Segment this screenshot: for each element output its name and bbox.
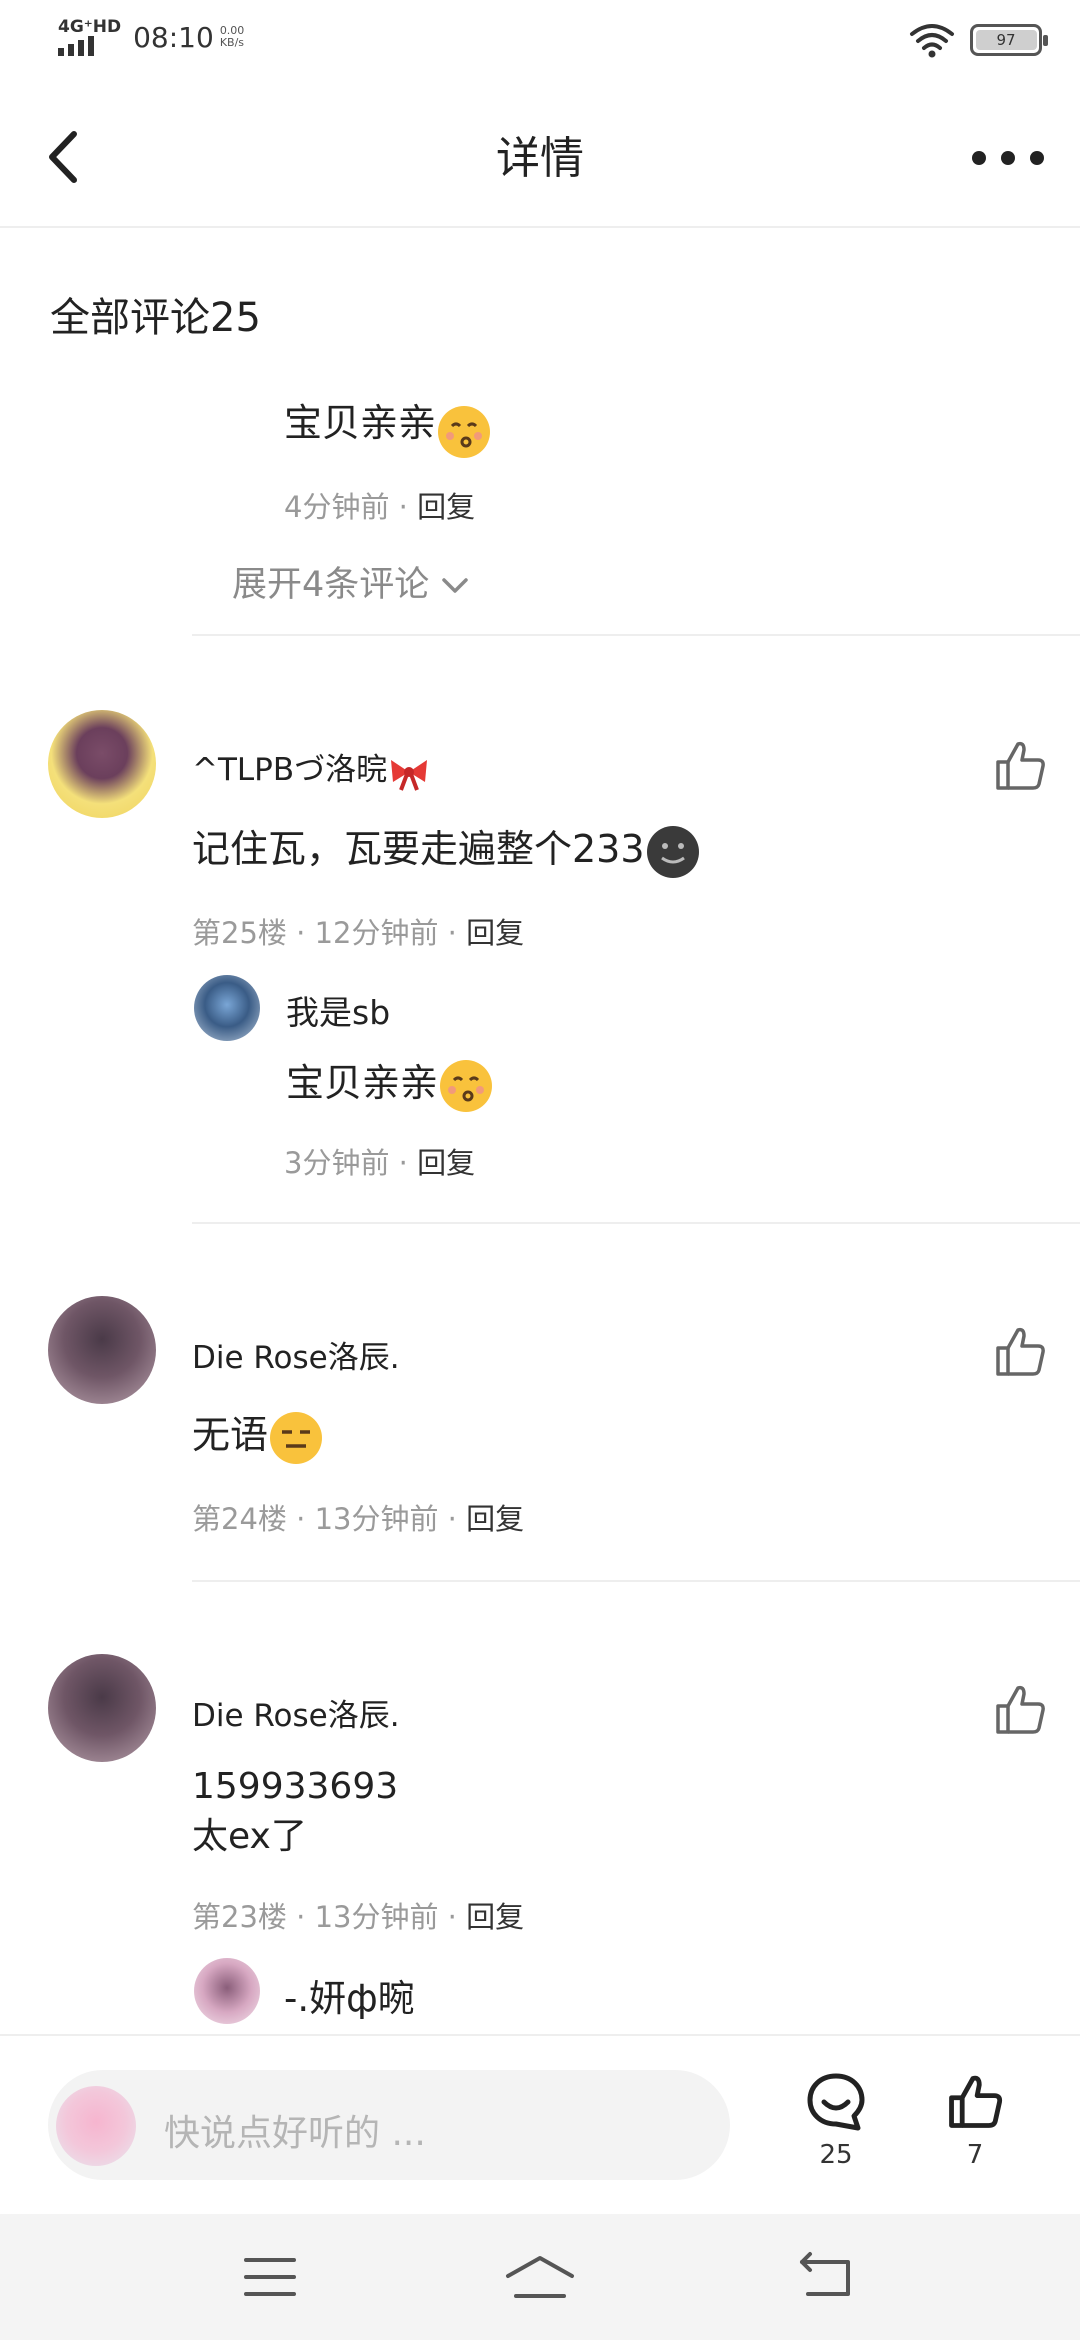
expand-replies-label: 展开4条评论 [232, 565, 430, 605]
ribbon-emoji-icon [391, 759, 428, 791]
avatar[interactable] [48, 1296, 156, 1404]
comment-text: 159933693 太ex了 [192, 1762, 398, 1862]
reply-button[interactable]: 回复 [466, 916, 524, 950]
divider [192, 1580, 1080, 1582]
avatar[interactable] [194, 975, 260, 1041]
kissing-face-emoji-icon [440, 1059, 493, 1112]
reply-username[interactable]: -.妍ф晼 [284, 1968, 415, 2022]
expand-replies-button[interactable]: 展开4条评论 [232, 556, 470, 607]
system-nav-bar [0, 2214, 1080, 2340]
reply-item: 宝贝亲亲 [284, 392, 491, 458]
status-bar: 4G⁺HD 08:10 0.00 KB/s 97 [0, 0, 1080, 80]
avatar[interactable] [48, 1654, 156, 1762]
battery-level: 97 [996, 31, 1016, 49]
kissing-face-emoji-icon [438, 405, 491, 458]
avatar[interactable] [194, 1958, 260, 2024]
reply-meta: 4分钟前 · 回复 [284, 490, 476, 524]
signal-bars-icon [58, 36, 94, 56]
comment-meta: 第24楼 · 13分钟前 · 回复 [192, 1502, 525, 1536]
comment-bubble-icon [807, 2073, 865, 2131]
reply-username[interactable]: 我是sb [286, 986, 390, 1034]
comment-time: 12分钟前 [314, 916, 439, 950]
comment-text-line: 159933693 [192, 1766, 399, 1807]
my-avatar [56, 2086, 136, 2166]
comment-input[interactable]: 快说点好听的 ... [48, 2070, 730, 2180]
comment-username[interactable]: ^TLPBづ洛晥 [192, 744, 431, 792]
thumbs-up-icon[interactable] [990, 1322, 1050, 1382]
reply-button[interactable]: 回复 [417, 1146, 475, 1180]
comment-floor: 第25楼 [192, 916, 287, 950]
comment-meta: 第23楼 · 13分钟前 · 回复 [192, 1900, 525, 1934]
reply-button[interactable]: 回复 [417, 490, 475, 524]
more-dots-icon[interactable] [972, 130, 1044, 186]
reply-button[interactable]: 回复 [466, 1502, 524, 1536]
comment-meta: 第25楼 · 12分钟前 · 回复 [192, 916, 525, 950]
comment-time: 13分钟前 [314, 1502, 439, 1536]
reply-time: 4分钟前 [284, 490, 390, 524]
divider [192, 634, 1080, 636]
expressionless-face-emoji-icon [270, 1411, 323, 1464]
top-nav-bar: 详情 [0, 80, 1080, 228]
menu-icon[interactable] [238, 2250, 302, 2304]
comment-text-line: 太ex了 [192, 1816, 307, 1857]
thumbs-up-icon[interactable] [990, 1680, 1050, 1740]
speed-unit: KB/s [219, 36, 245, 49]
network-type: 4G⁺HD [58, 17, 122, 37]
thumbs-up-icon[interactable] [990, 736, 1050, 796]
comment-time: 13分钟前 [314, 1900, 439, 1934]
network-speed: 0.00 KB/s [220, 25, 252, 49]
comment-text: 记住瓦，瓦要走遍整个233 [192, 818, 699, 878]
like-button[interactable]: 7 [935, 2070, 1015, 2170]
comment-floor: 第24楼 [192, 1502, 287, 1536]
home-icon[interactable] [502, 2250, 578, 2304]
reply-time: 3分钟前 [284, 1146, 390, 1180]
comment-text: 无语 [192, 1404, 323, 1464]
reply-text: 宝贝亲亲 [284, 401, 437, 445]
reply-text: 宝贝亲亲 [286, 1052, 493, 1112]
comment-input-placeholder: 快说点好听的 ... [164, 2113, 426, 2154]
reply-meta: 3分钟前 · 回复 [284, 1146, 476, 1180]
comment-username[interactable]: Die Rose洛辰. [192, 1690, 400, 1735]
comment-floor: 第23楼 [192, 1900, 287, 1934]
comment-input-bar: 快说点好听的 ... 25 7 [0, 2034, 1080, 2214]
comment-count: 25 [819, 2140, 853, 2170]
wifi-icon [910, 24, 954, 58]
page-title: 详情 [496, 133, 584, 184]
comments-count-header: 全部评论25 [50, 295, 261, 341]
thumbs-up-icon [949, 2075, 1003, 2128]
avatar[interactable] [48, 710, 156, 818]
comment-username[interactable]: Die Rose洛辰. [192, 1332, 400, 1377]
reply-button[interactable]: 回复 [466, 1900, 524, 1934]
battery-icon: 97 [970, 24, 1048, 56]
signal-indicator: 4G⁺HD [58, 18, 121, 56]
like-count: 7 [966, 2140, 984, 2170]
comments-button[interactable]: 25 [796, 2070, 876, 2170]
chevron-down-icon [442, 578, 469, 593]
clock: 08:10 [133, 20, 214, 54]
divider [192, 1222, 1080, 1224]
smiling-face-emoji-icon [646, 825, 699, 878]
return-icon[interactable] [794, 2250, 858, 2304]
